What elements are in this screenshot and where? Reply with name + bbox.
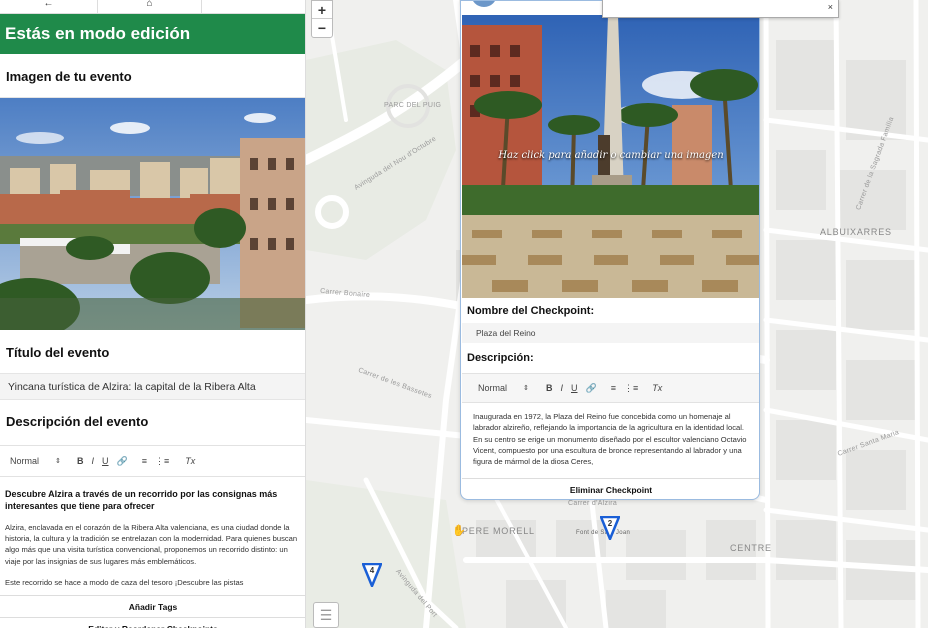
checkpoint-marker-4[interactable]: 4	[362, 563, 382, 587]
avatar	[471, 1, 497, 7]
checkpoint-image[interactable]: Haz click para añadir o cambiar una imag…	[462, 15, 759, 298]
event-editor-panel: ← ⌂ Estás en modo edición Imagen de tu e…	[0, 0, 306, 628]
select-arrows-icon: ⇕	[523, 385, 529, 392]
edit-mode-banner: Estás en modo edición	[0, 14, 305, 54]
checkpoint-editor-toolbar: Normal ⇕ B I U 🔗 ≡ ⋮≡ Tx	[462, 373, 759, 403]
map-label-centre: CENTRE	[730, 543, 772, 553]
bullet-list-icon[interactable]: ⋮≡	[155, 456, 169, 467]
map-label-pere-morell: PERE MORELL	[462, 526, 535, 536]
edit-checkpoints-button[interactable]: Editar y Reordenar Checkpoints	[0, 617, 305, 628]
clear-format-button[interactable]: Tx	[185, 456, 195, 466]
map-label-parc: PARC DEL PUIG	[384, 102, 442, 109]
marker-label: 2	[607, 519, 613, 528]
description-editor-toolbar: Normal ⇕ B I U 🔗 ≡ ⋮≡ Tx	[0, 445, 305, 477]
marker-label: 4	[369, 566, 375, 575]
title-heading: Título del evento	[6, 345, 110, 360]
map-label-street: Carrer d'Alzira	[568, 500, 618, 507]
link-icon[interactable]: 🔗	[586, 383, 597, 394]
description-heading: Descripción del evento	[6, 414, 149, 429]
clear-format-button[interactable]: Tx	[652, 383, 662, 393]
top-nav: ← ⌂	[0, 0, 305, 14]
map-label-albuixarres: ALBUIXARRES	[820, 227, 892, 237]
alzira-photo	[0, 98, 305, 330]
italic-button[interactable]: I	[561, 383, 564, 393]
italic-button[interactable]: I	[92, 456, 95, 466]
format-select-value: Normal	[478, 383, 508, 393]
zoom-control: + −	[311, 0, 333, 38]
ordered-list-icon[interactable]: ≡	[142, 456, 147, 466]
ordered-list-icon[interactable]: ≡	[611, 383, 616, 393]
link-icon[interactable]: 🔗	[117, 456, 128, 467]
delete-checkpoint-button[interactable]: Eliminar Checkpoint	[462, 478, 759, 499]
bullet-list-icon[interactable]: ⋮≡	[624, 383, 638, 394]
underline-button[interactable]: U	[102, 456, 109, 466]
format-select[interactable]: Normal ⇕	[10, 456, 61, 466]
checkpoint-name-field[interactable]: Plaza del Reino	[462, 323, 759, 343]
bold-button[interactable]: B	[546, 383, 553, 393]
checkpoint-marker-2[interactable]: 2	[600, 516, 620, 540]
checkpoint-description-heading: Descripción:	[467, 352, 534, 364]
zoom-out-button[interactable]: −	[312, 19, 332, 37]
select-arrows-icon: ⇕	[55, 458, 61, 465]
home-icon: ⌂	[146, 0, 153, 9]
event-image[interactable]	[0, 98, 305, 330]
description-lead[interactable]: Descubre Alzira a través de un recorrido…	[5, 488, 301, 512]
event-title-input[interactable]: Yincana turística de Alzira: la capital …	[0, 373, 305, 400]
arrow-left-icon: ←	[43, 0, 54, 9]
format-select-value: Normal	[10, 456, 40, 466]
underline-button[interactable]: U	[571, 383, 578, 393]
checkpoint-name-heading: Nombre del Checkpoint:	[467, 305, 595, 317]
checkpoint-popup: Haz click para añadir o cambiar una imag…	[460, 0, 760, 500]
home-button[interactable]: ⌂	[98, 0, 202, 14]
image-upload-caption: Haz click para añadir o cambiar una imag…	[498, 150, 724, 161]
bold-button[interactable]: B	[77, 456, 84, 466]
description-body[interactable]: Alzira, enclavada en el corazón de la Ri…	[5, 522, 301, 567]
close-icon[interactable]: ×	[828, 2, 833, 12]
zoom-in-button[interactable]: +	[312, 1, 332, 19]
checkpoint-description-text[interactable]: Inaugurada en 1972, la Plaza del Reino f…	[473, 411, 751, 467]
format-select[interactable]: Normal ⇕	[478, 383, 529, 393]
hand-cursor-icon: ✋	[452, 525, 466, 537]
layers-button[interactable]: ☰	[313, 602, 339, 628]
image-heading: Imagen de tu evento	[6, 69, 132, 84]
add-tags-button[interactable]: Añadir Tags	[0, 595, 305, 617]
floating-input[interactable]: ×	[602, 0, 839, 18]
layers-icon: ☰	[319, 607, 333, 623]
description-tail[interactable]: Este recorrido se hace a modo de caza de…	[5, 578, 301, 587]
back-button[interactable]: ←	[0, 0, 98, 14]
